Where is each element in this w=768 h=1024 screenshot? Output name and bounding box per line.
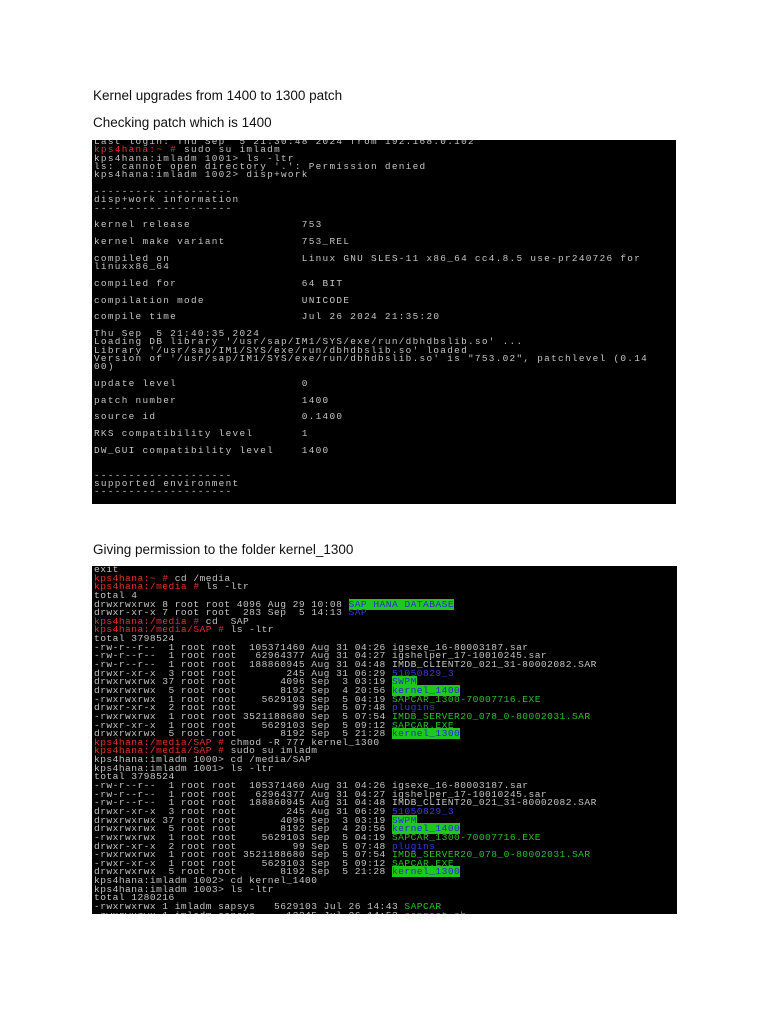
terminal-line: -------------------- — [92, 486, 676, 498]
terminal-line: kps4hana:imladm 1001> ls -ltr — [92, 763, 677, 774]
terminal-line: update level 0 — [92, 377, 676, 389]
terminal-text: -------------------- — [94, 486, 233, 498]
terminal-line: kps4hana:/media/SAP # ls -ltr — [92, 624, 677, 636]
terminal-line: Version of '/usr/sap/IM1/SYS/exe/run/dbh… — [92, 352, 676, 364]
terminal-line: patch number 1400 — [92, 394, 676, 406]
terminal-line: -rwxrwxrwx 1 imladm sapsys 12245 Jul 26 … — [92, 910, 677, 914]
terminal-line: kernel make variant 753_REL — [92, 236, 676, 248]
terminal-line: kps4hana:/media # ls -ltr — [92, 581, 677, 593]
terminal-text: Version of '/usr/sap/IM1/SYS/exe/run/dbh… — [94, 352, 649, 364]
terminal-text: kernel make variant 753_REL — [94, 236, 351, 248]
terminal-text: kernel release 753 — [94, 219, 323, 231]
terminal-line: compiled for 64 BIT — [92, 277, 676, 289]
terminal-line: linuxx86_64 — [92, 261, 676, 273]
terminal-text: 00) — [94, 361, 115, 373]
terminal-text: DW_GUI compatibility level 1400 — [94, 444, 330, 456]
terminal-text: compiled on Linux GNU SLES-11 x86_64 cc4… — [94, 252, 642, 264]
terminal-text: compile time Jul 26 2024 21:35:20 — [94, 311, 441, 323]
terminal-screenshot-chmod-kernel: exit kps4hana:~ # cd /media kps4hana:/medi… — [92, 566, 677, 914]
terminal-text: linuxx86_64 — [94, 261, 171, 273]
terminal-text: ls -ltr — [230, 624, 275, 636]
highlighted-filename: kernel_1300 — [391, 728, 461, 740]
document-text-giving-permission: Giving permission to the folder kernel_1… — [93, 542, 354, 557]
terminal-line: RKS compatibility level 1 — [92, 428, 676, 440]
terminal-text: -------------------- — [94, 202, 233, 214]
terminal-line: kps4hana:imladm 1002> disp+work — [92, 169, 676, 181]
terminal-text: -rwxrwxrwx 1 imladm sapsys 12245 Jul 26 … — [94, 910, 404, 914]
terminal-line: source id 0.1400 — [92, 411, 676, 423]
terminal-text: ls -ltr — [205, 581, 250, 593]
terminal-line: compilation mode UNICODE — [92, 294, 676, 306]
terminal-screenshot-disp-work: Last login: Thu Sep 5 21:30:48 2024 from… — [92, 140, 676, 504]
terminal-text: SAP — [348, 607, 368, 619]
terminal-text: patch number 1400 — [94, 394, 330, 406]
terminal-line: 00) — [92, 361, 676, 373]
terminal-text: saproot.sh — [404, 910, 466, 914]
terminal-line: compiled on Linux GNU SLES-11 x86_64 cc4… — [92, 252, 676, 264]
terminal-line: DW_GUI compatibility level 1400 — [92, 444, 676, 456]
terminal-text: source id 0.1400 — [94, 411, 344, 423]
terminal-line: kernel release 753 — [92, 219, 676, 231]
terminal-line: kps4hana:imladm 1003> ls -ltr — [92, 884, 677, 895]
terminal-text: compilation mode UNICODE — [94, 294, 351, 306]
terminal-line: compile time Jul 26 2024 21:35:20 — [92, 311, 676, 323]
terminal-text: compiled for 64 BIT — [94, 277, 344, 289]
terminal-text: update level 0 — [94, 377, 309, 389]
document-heading-kernel-upgrade: Kernel upgrades from 1400 to 1300 patch — [93, 88, 343, 103]
terminal-line: -------------------- — [92, 202, 676, 214]
highlighted-filename: kernel_1300 — [391, 866, 461, 878]
terminal-text: kps4hana:imladm 1002> disp+work — [94, 169, 309, 181]
terminal-text: RKS compatibility level 1 — [94, 428, 309, 440]
document-text-checking-patch: Checking patch which is 1400 — [93, 115, 272, 130]
